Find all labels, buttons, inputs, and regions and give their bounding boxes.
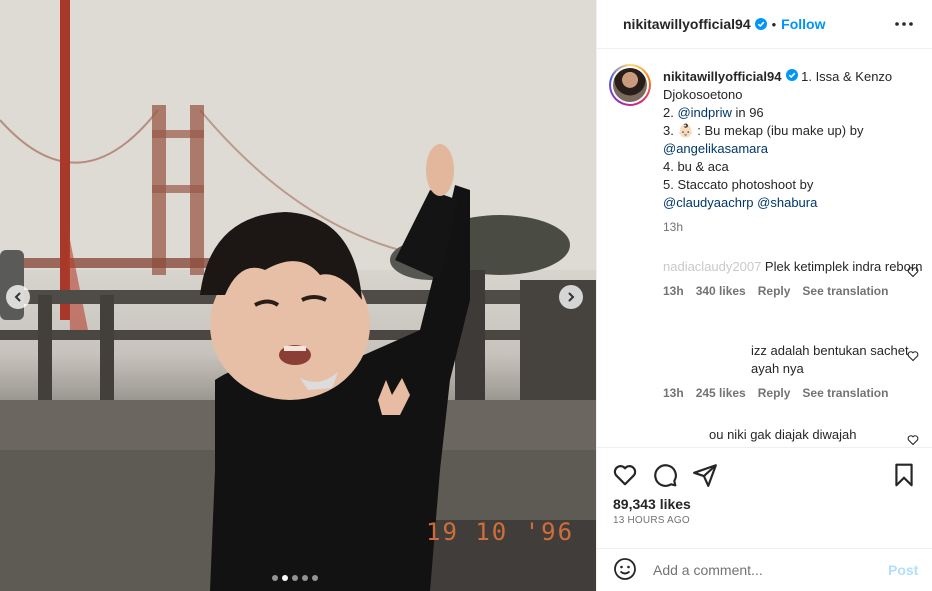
emoji-icon xyxy=(614,557,636,580)
carousel-next-button[interactable] xyxy=(559,285,583,309)
baby-emoji: 👶🏻 xyxy=(677,123,694,138)
heart-icon xyxy=(907,267,919,278)
comment-input[interactable] xyxy=(653,562,873,578)
comment-username[interactable]: nadiaclaudy2007 xyxy=(663,259,761,274)
mention-claudyaachrp[interactable]: @claudyaachrp xyxy=(663,195,754,210)
comment-time[interactable]: 13h xyxy=(663,282,684,300)
comment-reply-button[interactable]: Reply xyxy=(758,282,791,300)
carousel-dot-active xyxy=(282,575,288,581)
carousel-dot xyxy=(272,575,278,581)
post-comment-button[interactable]: Post xyxy=(888,562,918,578)
share-icon xyxy=(693,464,717,487)
see-translation-button[interactable]: See translation xyxy=(802,384,888,402)
caption-text: nikitawillyofficial94 1. Issa & Kenzo Dj… xyxy=(663,68,925,212)
mention-angelikasamara[interactable]: @angelikasamara xyxy=(663,141,768,156)
caption-line-2-suffix: in 96 xyxy=(731,105,764,120)
likes-count[interactable]: 89,343 likes xyxy=(613,496,691,512)
heart-icon xyxy=(613,465,637,486)
carousel-dot xyxy=(302,575,308,581)
verified-badge-icon xyxy=(785,69,798,81)
comment-composer: Post xyxy=(597,548,932,591)
header-username[interactable]: nikitawillyofficial94 xyxy=(623,16,751,32)
chevron-right-icon xyxy=(568,292,575,302)
carousel-dots xyxy=(272,575,318,581)
mention-indpriw[interactable]: @indpriw xyxy=(677,105,731,120)
caption-line-2-prefix: 2. xyxy=(663,105,678,120)
more-options-icon xyxy=(895,22,913,26)
comment-item: ou niki gak diajak diwajah xyxy=(663,426,927,446)
share-button[interactable] xyxy=(692,462,718,491)
header-separator: • xyxy=(771,16,777,32)
save-button[interactable] xyxy=(891,462,917,491)
post-side-panel: nikitawillyofficial94 • Follow nikitawil… xyxy=(596,0,932,591)
comment-reply-button[interactable]: Reply xyxy=(758,384,791,402)
see-translation-button[interactable]: See translation xyxy=(802,282,888,300)
post-timestamp[interactable]: 13 HOURS AGO xyxy=(613,515,690,526)
comment-meta: 13h 245 likes Reply See translation xyxy=(663,384,927,402)
carousel-prev-button[interactable] xyxy=(6,285,30,309)
like-button[interactable] xyxy=(612,462,638,491)
author-avatar[interactable] xyxy=(609,64,651,106)
comment-text-start: izz adalah bentukan sachet ayah nya xyxy=(751,343,909,376)
carousel-dot xyxy=(312,575,318,581)
comment-like-button[interactable] xyxy=(907,350,919,365)
carousel-dot xyxy=(292,575,298,581)
avatar-image xyxy=(613,68,647,102)
comment-text: ou niki gak diajak diwajah xyxy=(709,427,857,442)
chevron-left-icon xyxy=(14,292,21,302)
caption-line-5: 5. Staccato photoshoot by xyxy=(663,177,814,192)
bookmark-icon xyxy=(895,463,913,487)
heart-icon xyxy=(907,435,919,446)
caption-username[interactable]: nikitawillyofficial94 xyxy=(663,69,782,84)
post-header: nikitawillyofficial94 • Follow xyxy=(597,0,932,49)
emoji-button[interactable] xyxy=(613,557,637,584)
caption-line-4: 4. bu & aca xyxy=(663,159,729,174)
comment-like-button[interactable] xyxy=(907,266,919,281)
verified-badge-icon xyxy=(754,18,767,30)
comment-icon xyxy=(654,464,677,487)
mention-shabura[interactable]: @shabura xyxy=(757,195,817,210)
comment-likes[interactable]: 340 likes xyxy=(696,282,746,300)
photo-scene xyxy=(0,0,596,591)
comment-time[interactable]: 13h xyxy=(663,384,684,402)
post-photo[interactable]: 19 10 '96 xyxy=(0,0,596,591)
post-actions: 89,343 likes 13 HOURS AGO xyxy=(597,447,932,543)
comment-button[interactable] xyxy=(652,462,678,491)
comment-item: izz adalah bentukan sachet ayah nya 13h … xyxy=(663,342,927,402)
follow-button[interactable]: Follow xyxy=(781,16,825,32)
more-options-button[interactable] xyxy=(893,14,915,37)
comment-item: nadiaclaudy2007 Plek ketimplek indra reb… xyxy=(663,258,927,300)
comment-text: Plek ketimplek indra reborn xyxy=(761,259,923,274)
caption-line-3-text: : Bu mekap (ibu make up) by xyxy=(693,123,864,138)
date-stamp: 19 10 '96 xyxy=(426,518,575,546)
comment-meta: 13h 340 likes Reply See translation xyxy=(663,282,927,300)
caption-line-3-prefix: 3. xyxy=(663,123,678,138)
comment-likes[interactable]: 245 likes xyxy=(696,384,746,402)
caption-time[interactable]: 13h xyxy=(663,220,683,234)
heart-icon xyxy=(907,351,919,362)
